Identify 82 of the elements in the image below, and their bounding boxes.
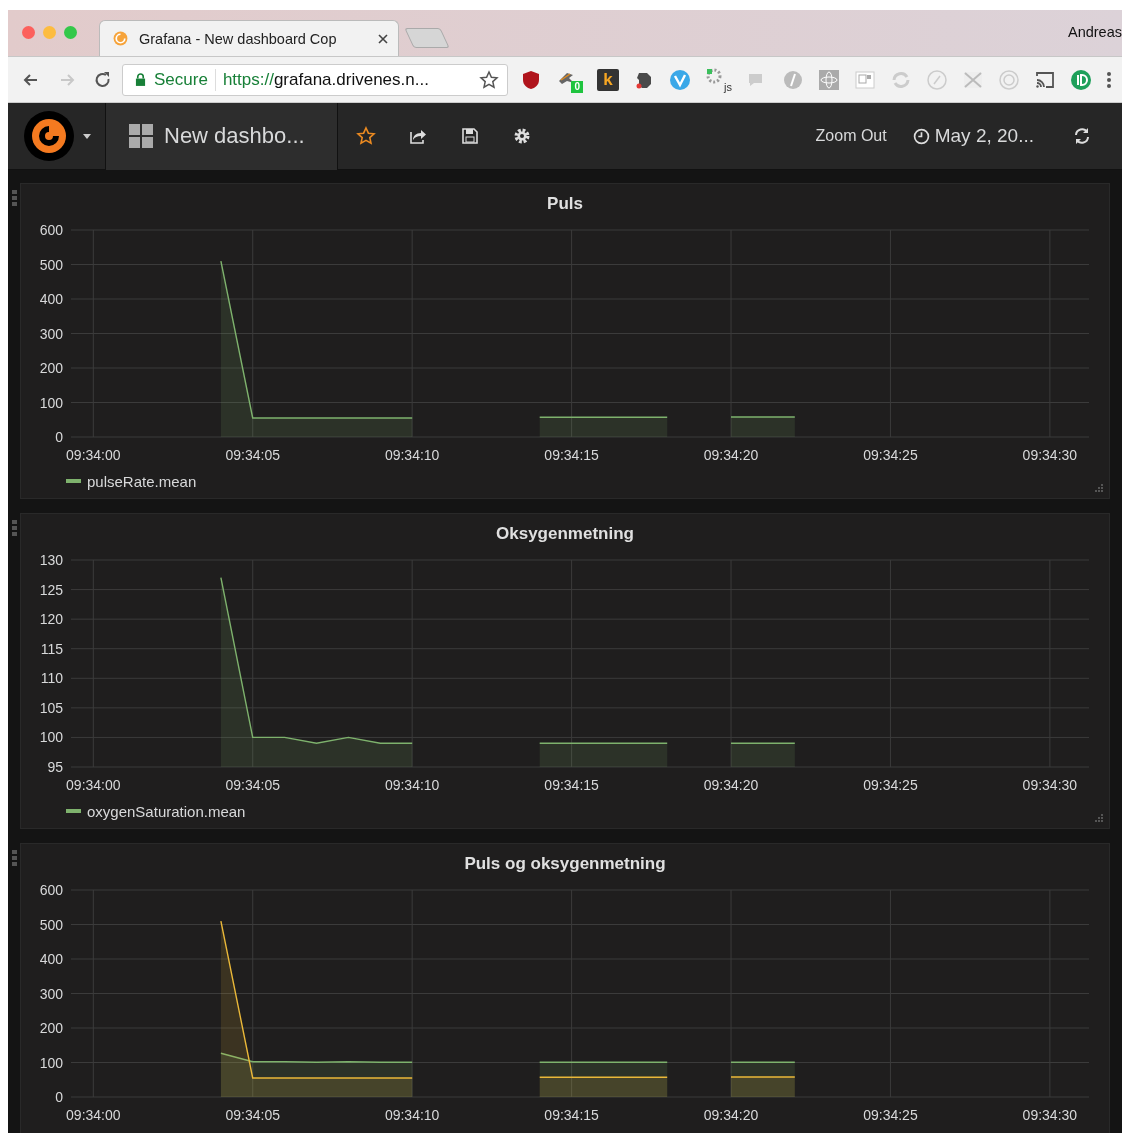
x-axis-label: 09:34:15 — [544, 447, 599, 463]
x-axis-label: 09:34:30 — [1022, 777, 1078, 793]
x-axis-label: 09:34:10 — [384, 1107, 440, 1123]
grid-icon — [128, 123, 154, 149]
panel-title[interactable]: Puls — [21, 184, 1109, 218]
x-axis-label: 09:34:25 — [863, 447, 918, 463]
y-axis-label: 0 — [55, 429, 63, 445]
y-axis-label: 500 — [39, 256, 63, 273]
settings-icon[interactable] — [512, 126, 532, 146]
x-axis-label: 09:34:25 — [863, 777, 918, 793]
y-axis-label: 100 — [39, 729, 63, 746]
y-axis-label: 95 — [47, 759, 63, 775]
x-axis-label: 09:34:30 — [1022, 1107, 1078, 1123]
x-axis-label: 09:34:10 — [384, 447, 440, 463]
x-axis-label: 09:34:10 — [384, 777, 440, 793]
y-axis-label: 200 — [39, 1020, 63, 1036]
close-tab-icon[interactable] — [378, 33, 388, 44]
x-axis-label: 09:34:25 — [863, 1107, 918, 1123]
dashboard-picker[interactable]: New dashbo... — [106, 102, 338, 170]
grafana-logo-icon — [112, 30, 129, 47]
panel-title[interactable]: Puls og oksygenmetning — [21, 844, 1109, 878]
close-window-button[interactable] — [22, 26, 35, 39]
y-axis-label: 0 — [55, 1089, 63, 1105]
atom-icon[interactable] — [818, 68, 840, 91]
y-axis-label: 400 — [39, 291, 63, 307]
x-axis-label: 09:34:20 — [703, 447, 759, 463]
maximize-window-button[interactable] — [64, 26, 77, 39]
y-axis-label: 105 — [39, 699, 63, 716]
y-axis-label: 200 — [39, 360, 63, 376]
x-axis-label: 09:34:15 — [544, 777, 599, 793]
window-icon[interactable] — [854, 68, 876, 91]
x-axis-label: 09:34:00 — [66, 1107, 121, 1123]
caret-icon — [83, 133, 91, 139]
x-axis-label: 09:34:05 — [225, 447, 280, 463]
y-axis-label: 600 — [39, 882, 63, 898]
y-axis-label: 115 — [40, 640, 63, 657]
star-icon[interactable] — [356, 126, 376, 146]
y-axis-label: 100 — [39, 1054, 63, 1071]
zoom-out-button[interactable]: Zoom Out — [815, 127, 887, 145]
y-axis-label: 400 — [39, 951, 63, 967]
x-axis-label: 09:34:20 — [703, 777, 759, 793]
x-axis-label: 09:34:05 — [225, 1107, 280, 1123]
refresh-icon[interactable] — [1072, 126, 1092, 146]
x-axis-label: 09:34:30 — [1022, 447, 1078, 463]
drag-handle-icon[interactable] — [12, 190, 17, 206]
disc-icon[interactable] — [782, 68, 804, 91]
profile-name[interactable]: Andreas — [1068, 24, 1122, 40]
checkmark-icon[interactable] — [669, 68, 691, 91]
y-axis-label: 110 — [40, 670, 63, 687]
x-axis-label: 09:34:00 — [66, 447, 121, 463]
resize-handle-icon[interactable] — [1095, 484, 1103, 492]
target-icon[interactable] — [998, 68, 1020, 91]
x-axis-label: 09:34:05 — [225, 777, 280, 793]
round-badge-icon[interactable] — [1070, 68, 1092, 91]
y-axis-label: 130 — [39, 552, 63, 568]
y-axis-label: 300 — [39, 985, 63, 1002]
drag-handle-icon[interactable] — [12, 520, 17, 536]
compass-icon[interactable] — [926, 68, 948, 91]
letter-icon[interactable]: k — [597, 68, 619, 91]
address-bar[interactable]: Secure https://grafana.drivenes.n... — [122, 63, 508, 96]
legend-label[interactable]: oxygenSaturation.mean — [87, 802, 246, 820]
y-axis-label: 600 — [39, 222, 63, 238]
time-range-picker[interactable]: May 2, 20... — [912, 125, 1034, 147]
legend-label[interactable]: pulseRate.mean — [87, 472, 197, 490]
resize-handle-icon[interactable] — [1095, 814, 1103, 822]
lock-icon — [135, 73, 146, 86]
y-axis-label: 100 — [39, 394, 63, 411]
y-axis-label: 120 — [39, 611, 63, 628]
clock-icon — [912, 127, 930, 145]
x-axis-label: 09:34:00 — [66, 777, 121, 793]
browser-tab[interactable]: Grafana - New dashboard Cop — [99, 20, 399, 56]
shield-icon[interactable] — [520, 68, 542, 91]
bookmark-star-icon[interactable] — [479, 69, 499, 90]
y-axis-label: 500 — [39, 916, 63, 933]
y-axis-label: 125 — [39, 581, 63, 598]
grafana-logo-icon — [23, 110, 75, 162]
x-axis-label: 09:34:20 — [703, 1107, 759, 1123]
panel-title[interactable]: Oksygenmetning — [21, 514, 1109, 548]
save-icon[interactable] — [460, 126, 480, 146]
y-axis-label: 300 — [39, 325, 63, 342]
x-axis-label: 09:34:15 — [544, 1107, 599, 1123]
drag-handle-icon[interactable] — [12, 850, 17, 866]
